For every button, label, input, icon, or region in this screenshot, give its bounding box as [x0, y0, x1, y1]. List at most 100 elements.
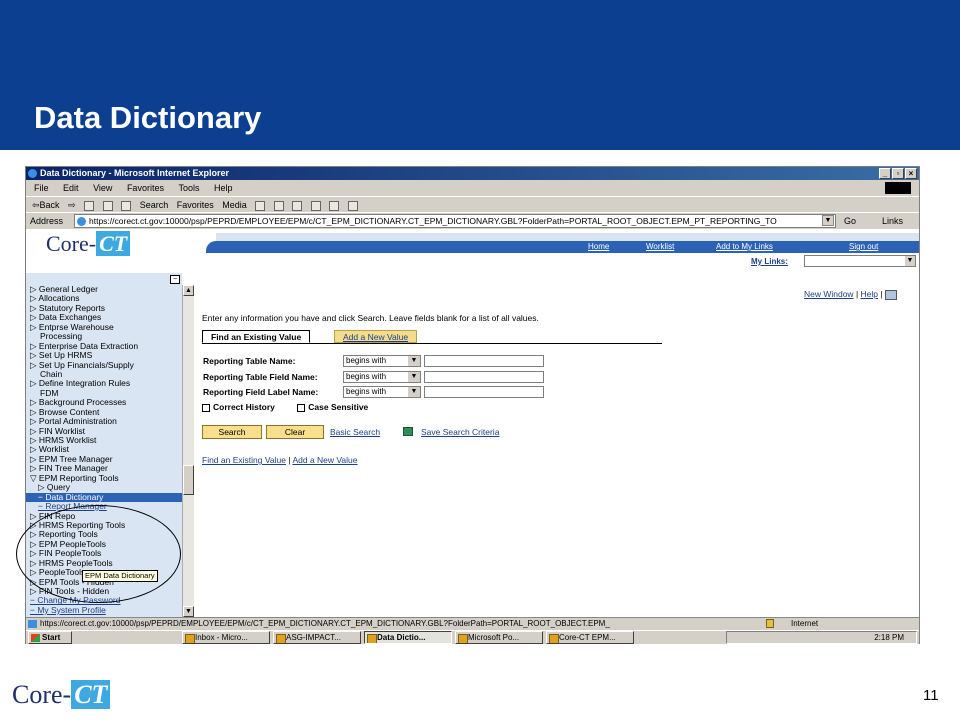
taskbar-item[interactable]: Inbox - Micro...: [182, 631, 270, 644]
nav-item[interactable]: − My System Profile: [26, 605, 182, 615]
ie-icon: [28, 169, 37, 178]
menu-help[interactable]: Help: [214, 181, 233, 195]
my-links-label: My Links:: [751, 257, 788, 266]
help-link[interactable]: Help: [861, 289, 878, 299]
windows-taskbar: Start Inbox - Micro... ASG-IMPACT... Dat…: [26, 630, 919, 644]
print-icon[interactable]: [292, 200, 303, 211]
search-button[interactable]: Search: [202, 425, 262, 439]
checkbox-label: Case Sensitive: [308, 402, 369, 412]
logo-text-core: Core-: [12, 680, 72, 709]
bottom-links: Find an Existing Value | Add a New Value: [202, 455, 358, 465]
save-icon[interactable]: [403, 427, 413, 436]
mail-icon[interactable]: [273, 200, 284, 211]
new-window-link[interactable]: New Window: [804, 289, 854, 299]
home-icon[interactable]: [121, 200, 132, 211]
close-button[interactable]: ×: [905, 168, 917, 179]
clear-button[interactable]: Clear: [266, 425, 324, 439]
edit-icon[interactable]: [310, 200, 321, 211]
taskbar-item[interactable]: Core-CT EPM...: [546, 631, 634, 644]
menu-favorites[interactable]: Favorites: [127, 181, 164, 195]
save-search-criteria-link[interactable]: Save Search Criteria: [421, 427, 499, 437]
maximize-button[interactable]: ▫: [892, 168, 904, 179]
page-icon: [28, 620, 37, 628]
logo-text-ct: CT: [96, 231, 131, 256]
http-icon[interactable]: [885, 289, 897, 300]
start-button[interactable]: Start: [28, 631, 72, 644]
reporting-field-label-name-input[interactable]: [424, 386, 544, 398]
operator-select[interactable]: begins with: [343, 355, 421, 367]
back-button[interactable]: ⇦Back: [32, 197, 60, 213]
operator-select[interactable]: begins with: [343, 386, 421, 398]
search-page: New Window | Help | Enter any informatio…: [198, 285, 919, 617]
my-links-select[interactable]: [804, 255, 916, 267]
menu-view[interactable]: View: [93, 181, 112, 195]
status-bar: https://corect.ct.gov:10000/psp/PEPRD/EM…: [26, 617, 919, 629]
forward-button[interactable]: ⇨: [68, 197, 76, 213]
tab-add-new[interactable]: Add a New Value: [334, 330, 418, 343]
clock: 2:18 PM: [874, 633, 904, 642]
correct-history-option[interactable]: Correct History: [202, 402, 285, 412]
stop-icon[interactable]: [84, 200, 95, 211]
search-options: Correct History Case Sensitive: [202, 402, 388, 412]
taskbar-item[interactable]: ASG-IMPACT...: [273, 631, 361, 644]
browser-window: Data Dictionary - Microsoft Internet Exp…: [16, 166, 920, 644]
system-tray: 2:18 PM: [726, 631, 917, 644]
browser-titlebar: Data Dictionary - Microsoft Internet Exp…: [26, 167, 919, 180]
nav-worklist-link[interactable]: Worklist: [646, 241, 674, 253]
reporting-table-name-input[interactable]: [424, 355, 544, 367]
footer-corect-logo: Core- CT: [12, 680, 111, 710]
lock-icon: [766, 619, 774, 628]
find-existing-link[interactable]: Find an Existing Value: [202, 455, 286, 465]
browser-toolbar: ⇦Back ⇨ Search Favorites Media: [26, 196, 919, 212]
address-input[interactable]: https://corect.ct.gov:10000/psp/PEPRD/EM…: [74, 214, 836, 228]
links-button[interactable]: Links: [882, 213, 903, 229]
link-separator: |: [288, 455, 291, 465]
scroll-thumb[interactable]: [183, 465, 194, 495]
minimize-button[interactable]: _: [879, 168, 891, 179]
add-new-link[interactable]: Add a New Value: [292, 455, 357, 465]
link-separator: |: [855, 289, 859, 299]
field-label: Reporting Table Name:: [203, 356, 296, 366]
case-sensitive-checkbox[interactable]: [297, 403, 306, 412]
menu-tools[interactable]: Tools: [178, 181, 199, 195]
menu-bar: File Edit View Favorites Tools Help: [26, 181, 919, 195]
highlight-circle: [16, 505, 181, 603]
operator-select[interactable]: begins with: [343, 370, 421, 383]
discuss-icon[interactable]: [329, 200, 340, 211]
reporting-table-field-name-input[interactable]: [424, 370, 544, 383]
address-bar: Address https://corect.ct.gov:10000/psp/…: [26, 212, 919, 228]
favorites-button[interactable]: Favorites: [177, 197, 214, 213]
address-label: Address: [30, 216, 64, 226]
field-label: Reporting Table Field Name:: [203, 371, 318, 382]
history-icon[interactable]: [255, 200, 266, 211]
status-zone: Internet: [791, 619, 819, 628]
taskbar-item-active[interactable]: Data Dictio...: [364, 631, 452, 644]
search-tabs: Find an Existing Value Add a New Value: [202, 330, 662, 344]
portal-nav-bar: Home Worklist Add to My Links Sign out: [206, 241, 919, 253]
checkbox-label: Correct History: [213, 402, 275, 412]
tab-find-existing[interactable]: Find an Existing Value: [202, 330, 311, 343]
go-button[interactable]: Go: [844, 213, 856, 229]
collapse-nav-icon[interactable]: −: [170, 275, 180, 284]
nav-home-link[interactable]: Home: [588, 241, 609, 253]
taskbar-item[interactable]: Microsoft Po...: [455, 631, 543, 644]
field-label: Reporting Field Label Name:: [203, 387, 319, 397]
refresh-icon[interactable]: [102, 200, 113, 211]
address-dropdown-icon[interactable]: ▼: [822, 215, 834, 226]
scroll-up-icon[interactable]: ▲: [183, 285, 194, 296]
nav-scrollbar[interactable]: ▲ ▼: [182, 285, 194, 617]
menu-file[interactable]: File: [34, 181, 49, 195]
corect-logo: Core- CT: [46, 231, 131, 257]
nav-add-my-links-link[interactable]: Add to My Links: [716, 241, 773, 253]
search-button[interactable]: Search: [140, 197, 169, 213]
menu-edit[interactable]: Edit: [63, 181, 79, 195]
banner-swoosh: [216, 233, 919, 241]
messenger-icon[interactable]: [347, 200, 358, 211]
scroll-down-icon[interactable]: ▼: [183, 606, 194, 617]
basic-search-link[interactable]: Basic Search: [330, 427, 380, 437]
case-sensitive-option[interactable]: Case Sensitive: [297, 402, 378, 412]
nav-sign-out-link[interactable]: Sign out: [849, 241, 878, 253]
correct-history-checkbox[interactable]: [202, 403, 210, 412]
media-button[interactable]: Media: [222, 197, 247, 213]
page-content: Core- CT Home Worklist Add to My Links Si…: [16, 229, 919, 617]
